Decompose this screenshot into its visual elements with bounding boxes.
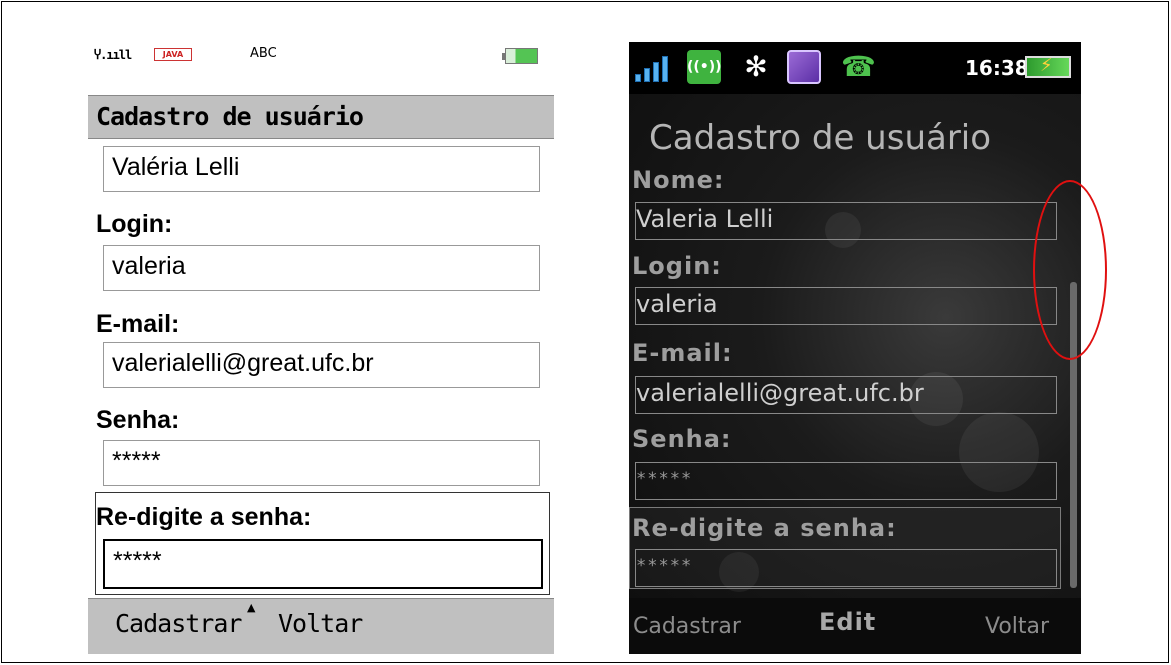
left-softkey-bar: Cadastrar ▲ Voltar [88, 598, 554, 654]
password-label: Senha: [96, 406, 180, 434]
scrollbar-highlight-annotation [1033, 180, 1107, 360]
java-icon: JAVA [154, 48, 192, 61]
voltar-button[interactable]: Voltar [985, 614, 1049, 639]
repassword-label: Re-digite a senha: [632, 514, 897, 542]
up-arrow-icon: ▲ [247, 601, 256, 614]
repassword-value: ***** [113, 547, 162, 575]
password-value: ***** [112, 447, 161, 475]
bluetooth-icon: ✻ [744, 50, 768, 83]
page-title: Cadastro de usuário [96, 102, 364, 131]
login-field[interactable]: valeria [103, 245, 540, 291]
email-value: valerialelli@great.ufc.br [636, 379, 924, 407]
left-phone-screen: Ⴤ.ııll JAVA ABC Cadastro de usuário Valé… [88, 42, 554, 654]
password-value: ***** [636, 469, 693, 489]
voltar-button[interactable]: Voltar [278, 609, 363, 638]
repassword-field[interactable]: ***** [635, 549, 1057, 587]
repassword-value: ***** [636, 556, 693, 576]
name-value: Valeria Lelli [636, 205, 774, 233]
email-value: valerialelli@great.ufc.br [112, 349, 374, 377]
clock: 16:38 [965, 56, 1029, 80]
battery-icon [1025, 55, 1071, 78]
login-label: Login: [632, 252, 722, 280]
gsm-icon: ((•)) [687, 50, 722, 84]
right-status-bar: ((•)) ✻ ☎ 16:38 [629, 42, 1081, 94]
repassword-field[interactable]: ***** [103, 539, 543, 589]
email-label: E-mail: [632, 339, 733, 367]
login-value: valeria [636, 290, 718, 318]
login-label: Login: [96, 210, 173, 238]
call-icon: ☎ [841, 50, 876, 83]
battery-icon [502, 48, 538, 64]
password-field[interactable]: ***** [103, 440, 540, 486]
page-title-bar: Cadastro de usuário [88, 95, 554, 139]
right-softkey-bar: Cadastrar Edit Voltar [629, 598, 1081, 654]
login-field[interactable]: valeria [635, 287, 1057, 325]
right-phone-screen: ((•)) ✻ ☎ 16:38 Cadastro de usuário Nome… [629, 42, 1081, 654]
signal-icon: Ⴤ.ııll [94, 48, 132, 62]
email-field[interactable]: valerialelli@great.ufc.br [103, 342, 540, 388]
signal-icon [635, 52, 677, 82]
edit-button[interactable]: Edit [819, 608, 876, 636]
cadastrar-button[interactable]: Cadastrar [633, 614, 741, 639]
left-status-bar: Ⴤ.ııll JAVA ABC [88, 42, 554, 95]
input-mode-indicator: ABC [250, 46, 277, 61]
login-value: valeria [112, 252, 186, 280]
multitask-icon [787, 50, 821, 84]
email-label: E-mail: [96, 310, 180, 338]
cadastrar-button[interactable]: Cadastrar [115, 609, 242, 638]
password-field[interactable]: ***** [635, 462, 1057, 500]
name-field[interactable]: Valéria Lelli [103, 146, 540, 192]
page-title: Cadastro de usuário [649, 118, 992, 158]
password-label: Senha: [632, 425, 732, 453]
repassword-label: Re-digite a senha: [96, 503, 312, 531]
name-field[interactable]: Valeria Lelli [635, 202, 1057, 240]
email-field[interactable]: valerialelli@great.ufc.br [635, 376, 1057, 414]
name-label: Nome: [632, 166, 725, 194]
name-value: Valéria Lelli [112, 153, 240, 181]
